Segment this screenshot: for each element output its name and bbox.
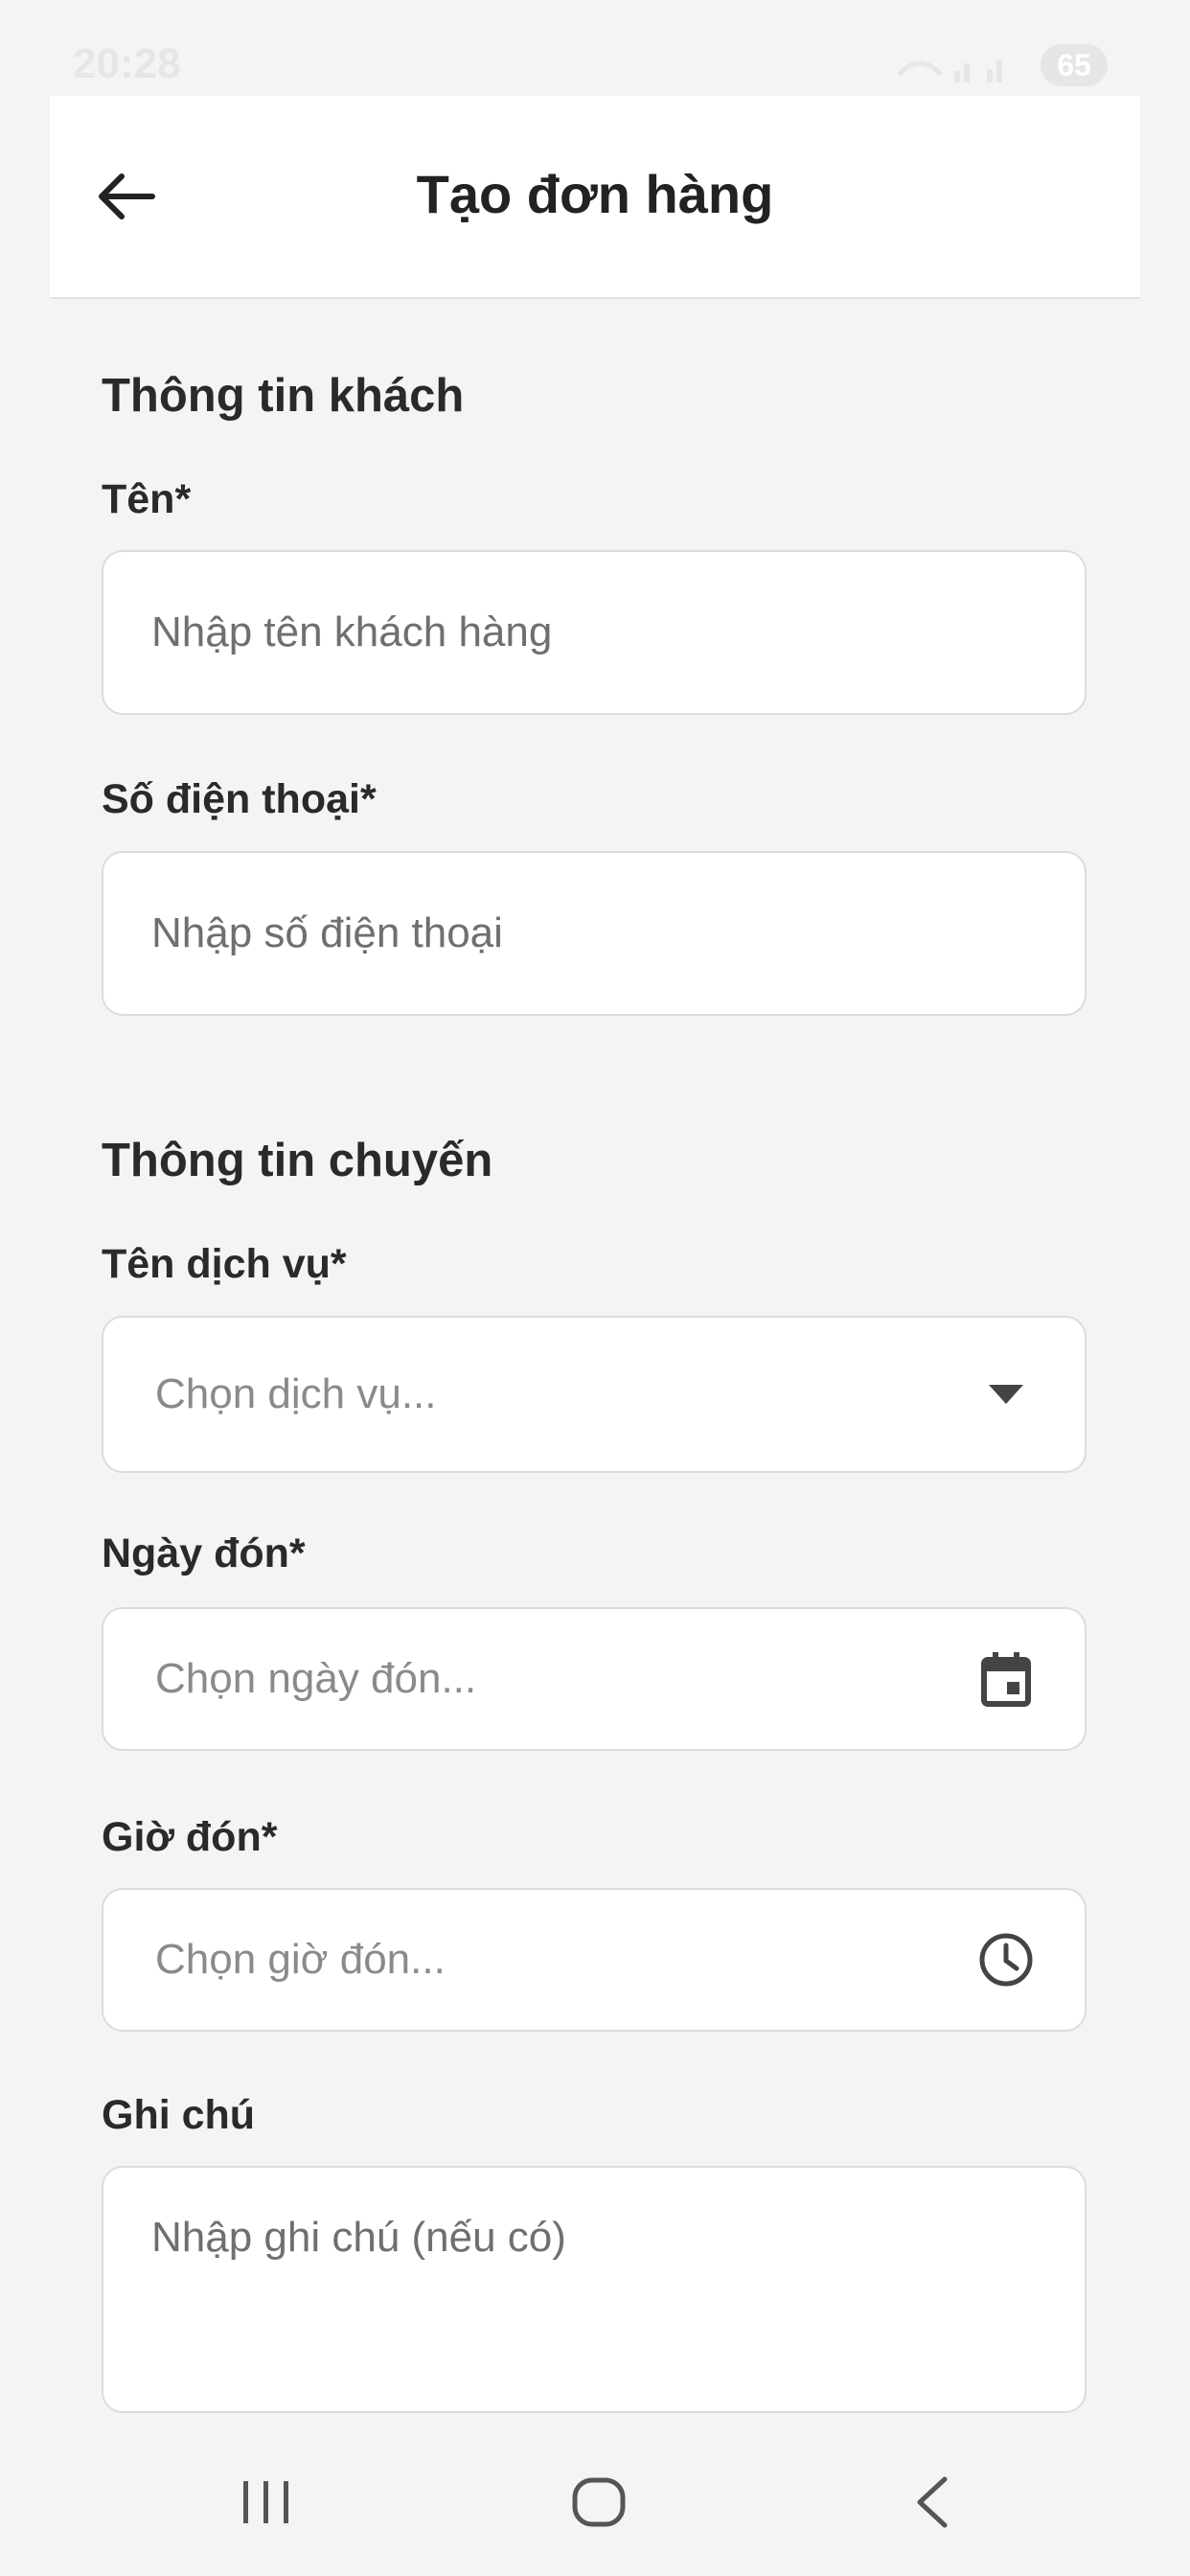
time-label: Giờ đón* — [102, 1814, 278, 1860]
recent-apps-button[interactable] — [209, 2459, 324, 2545]
navigation-bar — [0, 2425, 1190, 2576]
service-label: Tên dịch vụ* — [102, 1241, 347, 1287]
phone-label: Số điện thoại* — [102, 776, 377, 822]
note-label: Ghi chú — [102, 2092, 256, 2138]
service-placeholder: Chọn dịch vụ... — [155, 1370, 437, 1417]
note-input[interactable] — [151, 2212, 970, 2382]
name-label: Tên* — [102, 476, 192, 522]
back-chevron-icon — [917, 2476, 948, 2528]
clock-icon[interactable] — [977, 1931, 1035, 1989]
name-input[interactable] — [151, 552, 970, 713]
trip-section-title: Thông tin chuyến — [102, 1135, 493, 1186]
home-icon — [572, 2477, 626, 2527]
date-picker[interactable]: Chọn ngày đón... — [102, 1607, 1087, 1751]
system-back-button[interactable] — [874, 2459, 989, 2545]
service-select[interactable]: Chọn dịch vụ... — [102, 1316, 1087, 1473]
status-time: 20:28 — [73, 40, 181, 87]
date-placeholder: Chọn ngày đón... — [155, 1655, 477, 1702]
page-title: Tạo đơn hàng — [416, 164, 774, 224]
phone-input[interactable] — [151, 853, 970, 1014]
battery-indicator: 65 — [1041, 44, 1108, 86]
caret-down-icon[interactable] — [977, 1366, 1035, 1423]
status-bar: 20:28 65 — [0, 0, 1190, 96]
home-button[interactable] — [541, 2459, 656, 2545]
calendar-icon[interactable] — [977, 1650, 1035, 1708]
phone-field[interactable] — [102, 851, 1087, 1016]
date-label: Ngày đón* — [102, 1530, 306, 1576]
app-header: Tạo đơn hàng — [50, 96, 1140, 299]
time-placeholder: Chọn giờ đón... — [155, 1936, 446, 1983]
signal-icon — [897, 59, 1002, 82]
customer-section-title: Thông tin khách — [102, 370, 465, 422]
time-picker[interactable]: Chọn giờ đón... — [102, 1888, 1087, 2032]
recent-apps-icon — [243, 2481, 288, 2523]
note-field[interactable] — [102, 2166, 1087, 2413]
name-field[interactable] — [102, 550, 1087, 715]
